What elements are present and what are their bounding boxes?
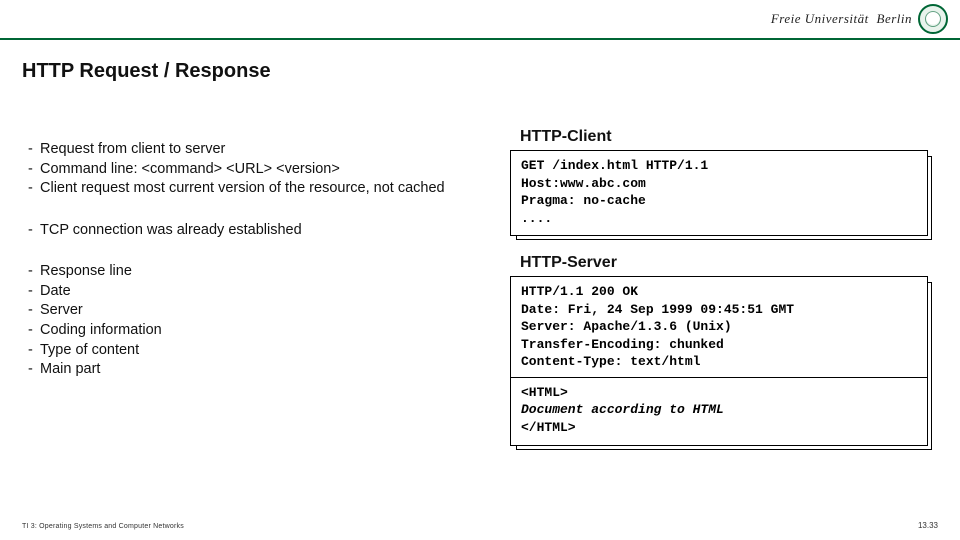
list-item: -Coding information	[28, 321, 488, 341]
server-headers: HTTP/1.1 200 OK Date: Fri, 24 Sep 1999 0…	[521, 284, 794, 369]
code-column: HTTP-Client GET /index.html HTTP/1.1 Hos…	[510, 128, 928, 464]
list-item: -Command line: <command> <URL> <version>	[28, 160, 488, 180]
list-item: -Server	[28, 301, 488, 321]
list-item: -Request from client to server	[28, 140, 488, 160]
bullet-text: Date	[40, 282, 488, 302]
bullet-text: TCP connection was already established	[40, 221, 488, 241]
bullet-group-request: -Request from client to server -Command …	[28, 140, 488, 199]
client-code-content: GET /index.html HTTP/1.1 Host:www.abc.co…	[510, 150, 928, 236]
header-bar: Freie Universität Berlin	[0, 0, 960, 40]
bullet-group-response: -Response line -Date -Server -Coding inf…	[28, 262, 488, 379]
server-box-label: HTTP-Server	[520, 254, 928, 272]
bullet-text: Coding information	[40, 321, 488, 341]
bullet-text: Response line	[40, 262, 488, 282]
list-item: -TCP connection was already established	[28, 221, 488, 241]
list-item: -Date	[28, 282, 488, 302]
client-box-label: HTTP-Client	[520, 128, 928, 146]
seal-icon	[918, 4, 948, 34]
university-name: Freie Universität Berlin	[771, 11, 912, 27]
bullet-text: Client request most current version of t…	[40, 179, 488, 199]
footer-course: TI 3: Operating Systems and Computer Net…	[22, 523, 184, 530]
list-item: -Main part	[28, 360, 488, 380]
footer-page: 13.33	[918, 521, 938, 530]
bullet-text: Command line: <command> <URL> <version>	[40, 160, 488, 180]
bullet-text: Request from client to server	[40, 140, 488, 160]
list-item: -Type of content	[28, 341, 488, 361]
server-code-box: HTTP/1.1 200 OK Date: Fri, 24 Sep 1999 0…	[510, 276, 928, 445]
bullet-text: Server	[40, 301, 488, 321]
server-body-close: </HTML>	[521, 420, 576, 435]
bullet-group-tcp: -TCP connection was already established	[28, 221, 488, 241]
bullet-text: Type of content	[40, 341, 488, 361]
client-code-box: GET /index.html HTTP/1.1 Host:www.abc.co…	[510, 150, 928, 236]
university-name-part1: Freie Universität	[771, 11, 869, 26]
bullet-column: -Request from client to server -Command …	[28, 140, 488, 402]
bullet-text: Main part	[40, 360, 488, 380]
server-body-doc: Document according to HTML	[521, 402, 724, 417]
server-code-content: HTTP/1.1 200 OK Date: Fri, 24 Sep 1999 0…	[510, 276, 928, 445]
server-body-open: <HTML>	[521, 385, 568, 400]
slide-title: HTTP Request / Response	[22, 60, 271, 83]
list-item: -Client request most current version of …	[28, 179, 488, 199]
list-item: -Response line	[28, 262, 488, 282]
university-name-part2: Berlin	[877, 11, 913, 26]
